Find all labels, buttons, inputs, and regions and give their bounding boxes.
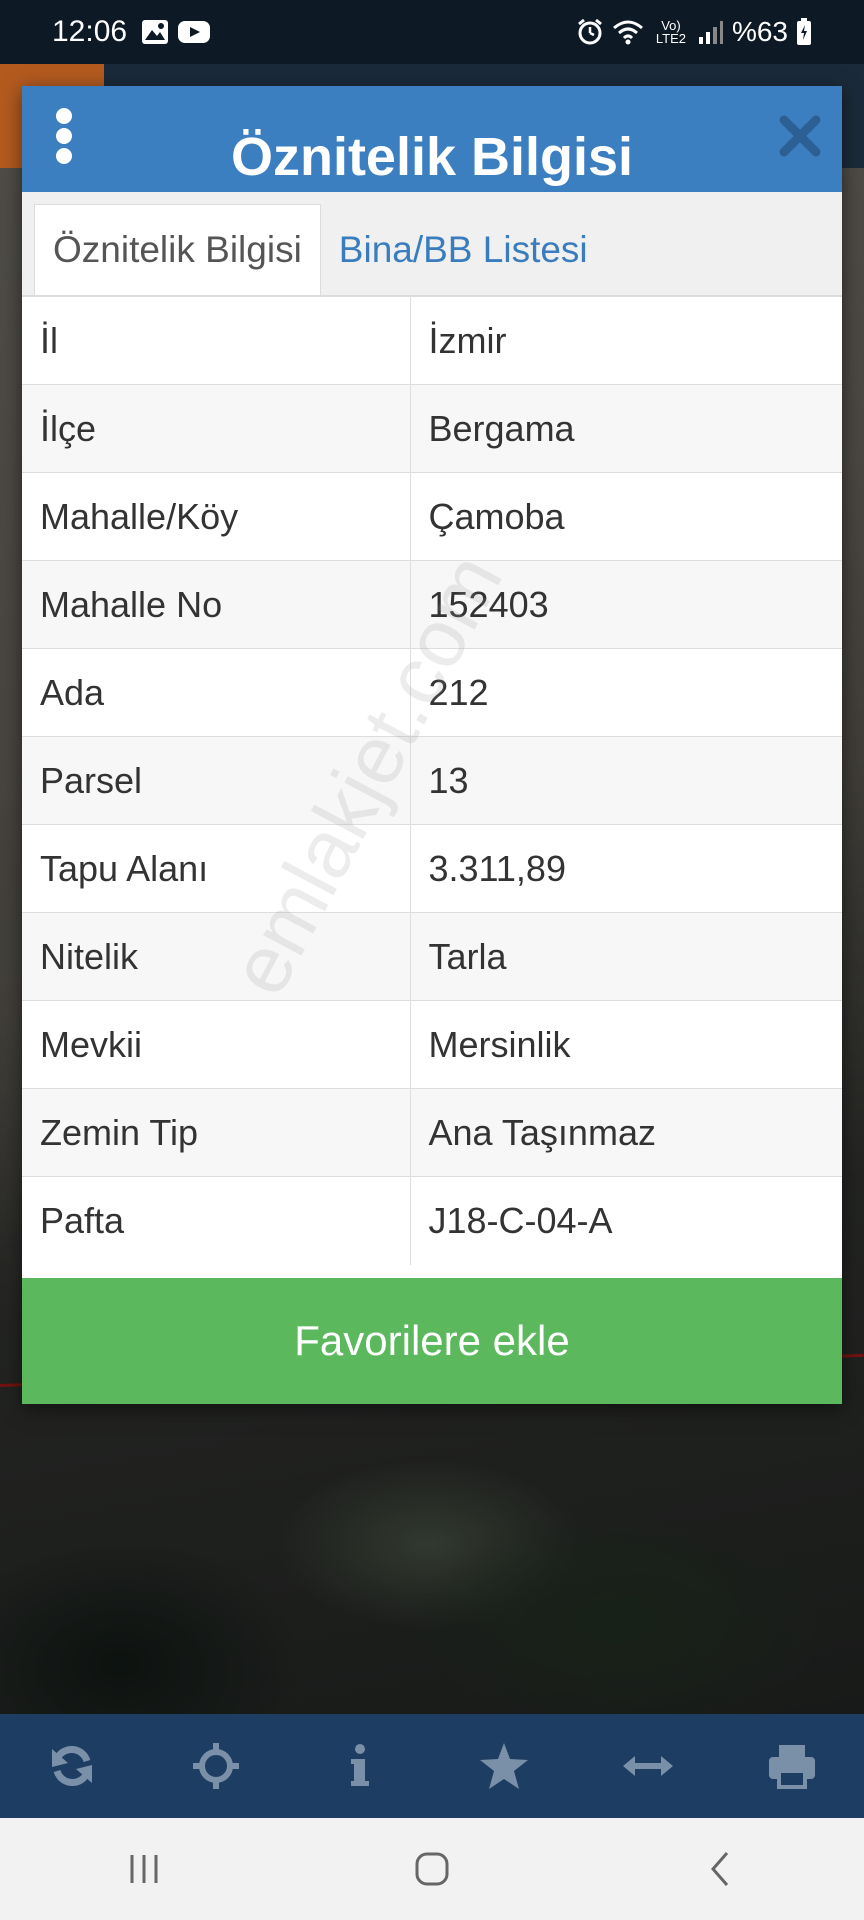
row-key: Mahalle No [22, 560, 411, 649]
alarm-icon [576, 18, 604, 46]
map-toolbar [0, 1714, 864, 1818]
row-key: Tapu Alanı [22, 824, 411, 913]
row-key: İl [22, 296, 411, 385]
row-key: Ada [22, 648, 411, 737]
close-icon[interactable] [778, 114, 822, 158]
signal-icon [698, 19, 724, 45]
attribute-dialog: Öznitelik Bilgisi Öznitelik Bilgisi Bina… [22, 86, 842, 1404]
table-row: Pafta J18-C-04-A [22, 1176, 842, 1265]
add-favorite-button[interactable]: Favorilere ekle [22, 1278, 842, 1404]
dialog-header: Öznitelik Bilgisi [22, 86, 842, 192]
table-row: İlçe Bergama [22, 384, 842, 473]
row-value: 212 [410, 648, 842, 737]
row-value: J18-C-04-A [410, 1176, 842, 1265]
tab-attribute-info[interactable]: Öznitelik Bilgisi [34, 204, 321, 295]
row-key: Zemin Tip [22, 1088, 411, 1177]
dialog-title: Öznitelik Bilgisi [230, 127, 634, 187]
info-icon[interactable] [324, 1730, 396, 1802]
locate-icon[interactable] [180, 1730, 252, 1802]
back-icon[interactable] [680, 1839, 760, 1899]
row-value: Ana Taşınmaz [410, 1088, 842, 1177]
row-key: Nitelik [22, 912, 411, 1001]
table-row: İl İzmir [22, 296, 842, 385]
battery-icon [796, 18, 812, 46]
system-nav-bar [0, 1818, 864, 1920]
print-icon[interactable] [756, 1730, 828, 1802]
star-icon[interactable] [468, 1730, 540, 1802]
wifi-icon [612, 19, 644, 45]
row-value: 3.311,89 [410, 824, 842, 913]
row-key: Mahalle/Köy [22, 472, 411, 561]
row-key: Parsel [22, 736, 411, 825]
status-time: 12:06 [52, 15, 128, 48]
recent-apps-icon[interactable] [104, 1839, 184, 1899]
row-value: Mersinlik [410, 1000, 842, 1089]
home-icon[interactable] [392, 1839, 472, 1899]
row-key: Pafta [22, 1176, 411, 1265]
row-value: 152403 [410, 560, 842, 649]
attribute-table: İl İzmir İlçe Bergama Mahalle/Köy Çamoba Ma… [22, 296, 842, 1265]
table-row: Mahalle No 152403 [22, 560, 842, 649]
status-bar: 12:06 Vo) LTE2 %63 [0, 0, 864, 64]
row-key: İlçe [22, 384, 411, 473]
table-row: Ada 212 [22, 648, 842, 737]
row-value: 13 [410, 736, 842, 825]
table-row: Nitelik Tarla [22, 912, 842, 1001]
measure-icon[interactable] [612, 1730, 684, 1802]
table-row: Tapu Alanı 3.311,89 [22, 824, 842, 913]
gallery-icon [141, 19, 169, 45]
battery-percent: %63 [731, 16, 788, 47]
table-row: Mevkii Mersinlik [22, 1000, 842, 1089]
table-row: Parsel 13 [22, 736, 842, 825]
refresh-icon[interactable] [36, 1730, 108, 1802]
row-value: Bergama [410, 384, 842, 473]
row-value: Çamoba [410, 472, 842, 561]
table-row: Mahalle/Köy Çamoba [22, 472, 842, 561]
row-value: Tarla [410, 912, 842, 1001]
youtube-icon [177, 19, 211, 45]
table-row: Zemin Tip Ana Taşınmaz [22, 1088, 842, 1177]
row-key: Mevkii [22, 1000, 411, 1089]
row-value: İzmir [410, 296, 842, 385]
tab-building-list[interactable]: Bina/BB Listesi [321, 204, 606, 295]
dialog-tabs: Öznitelik Bilgisi Bina/BB Listesi [22, 192, 842, 296]
network-label: Vo) LTE2 [655, 18, 686, 46]
